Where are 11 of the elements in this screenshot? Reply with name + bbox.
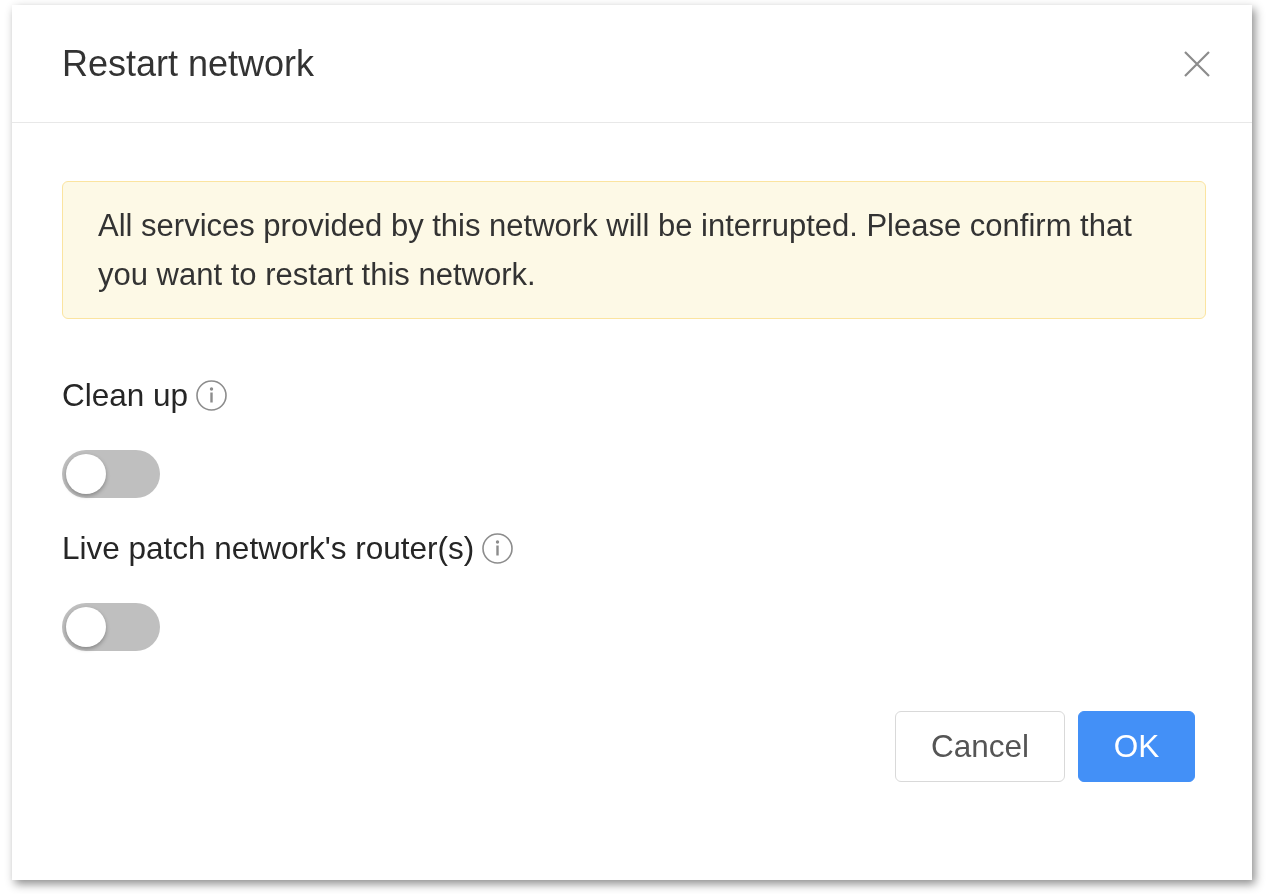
close-icon <box>1183 49 1211 78</box>
info-icon[interactable] <box>196 379 228 411</box>
info-icon[interactable] <box>482 532 514 564</box>
toggle-switch[interactable] <box>62 450 160 498</box>
option-label: Live patch network's router(s) <box>62 529 475 568</box>
dialog-title: Restart network <box>62 41 315 86</box>
toggle-switch[interactable] <box>62 603 160 651</box>
cancel-button[interactable]: Cancel <box>895 711 1065 782</box>
close-button[interactable] <box>1183 49 1211 78</box>
option-label: Clean up <box>62 376 189 415</box>
warning-alert: All services provided by this network will be interrupted. Please confirm that you want to restart this network. <box>62 181 1206 319</box>
